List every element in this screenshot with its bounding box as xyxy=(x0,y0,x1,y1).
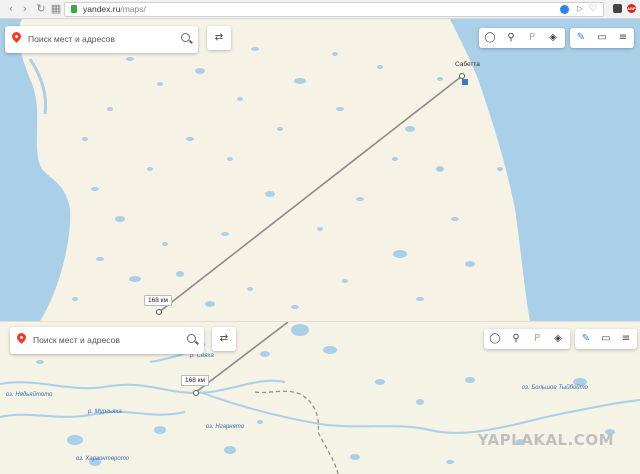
distance-label-bottom: 168 км xyxy=(181,375,209,386)
panorama-icon-bottom[interactable]: ◯ xyxy=(484,329,506,349)
adblock-icon[interactable]: ABP xyxy=(627,4,636,13)
distance-line-top xyxy=(158,75,463,313)
watermark: YAPLAKAL.COM xyxy=(477,431,614,449)
distance-label-top: 168 км xyxy=(144,295,172,306)
layers-icon-bottom[interactable]: ◈ xyxy=(547,329,569,349)
transport-icon-bottom[interactable]: ⚲ xyxy=(505,329,527,349)
lake-label-kharvonteroto: оз. Харвонтерото xyxy=(76,456,129,462)
place-label-sabetta: Сабетта xyxy=(455,61,480,68)
lake-label-nyadyaito: оз. Нядьяйтото xyxy=(6,392,53,398)
tools-toolbar-top: ✎ ▭ ≡ xyxy=(570,28,634,48)
river-label-murgyakha: р. Мургьяха xyxy=(88,409,122,415)
search-icon[interactable] xyxy=(181,33,190,42)
district-boundary xyxy=(254,390,339,474)
yandex-pin-icon-bottom xyxy=(15,331,28,344)
route-button-top[interactable]: ⇄ xyxy=(207,26,231,50)
search-icon-bottom[interactable] xyxy=(187,334,196,343)
share-icon[interactable]: ▷ xyxy=(577,4,583,13)
apps-grid-icon[interactable]: ▦ xyxy=(49,2,63,16)
extension-icon[interactable] xyxy=(613,4,622,13)
menu-icon-bottom[interactable]: ≡ xyxy=(615,329,637,349)
map-view-bottom[interactable]: 168 км р. Сёяха оз. Нядьяйтото р. Мургья… xyxy=(0,321,640,474)
browser-toolbar: ‹ › ↻ ▦ yandex.ru/maps/ ▷ ♡ ABP xyxy=(0,0,640,19)
map-canvas-top[interactable] xyxy=(0,19,640,321)
back-icon[interactable]: ‹ xyxy=(4,2,18,16)
lock-icon xyxy=(71,5,77,13)
bay-water-left xyxy=(0,19,71,321)
parking-icon-bottom[interactable]: P xyxy=(526,329,548,349)
ruler-icon-bottom[interactable]: ✎ xyxy=(575,329,597,349)
lake-label-bolshoe-tyiboito: оз. Большое Тыйбойто xyxy=(522,385,588,391)
reload-icon[interactable]: ↻ xyxy=(34,2,48,16)
lake-label-ngarnyato: оз. Нгарнято xyxy=(206,424,245,430)
route-icon-bottom: ⇄ xyxy=(219,333,229,344)
measure-start-point-bottom[interactable] xyxy=(193,390,199,396)
menu-icon[interactable]: ≡ xyxy=(612,28,634,48)
search-box-bottom[interactable]: Поиск мест и адресов xyxy=(10,327,204,354)
shield-icon[interactable] xyxy=(560,5,569,14)
yandex-pin-icon xyxy=(10,30,23,43)
print-icon[interactable]: ▭ xyxy=(591,28,613,48)
url-text: yandex.ru/maps/ xyxy=(83,4,146,14)
address-bar[interactable]: yandex.ru/maps/ ▷ ♡ xyxy=(64,2,604,17)
print-icon-bottom[interactable]: ▭ xyxy=(595,329,617,349)
lakes-top xyxy=(12,37,503,309)
layers-toolbar-top: ◯ ⚲ P ◈ xyxy=(479,28,565,48)
layers-icon[interactable]: ◈ xyxy=(542,28,564,48)
transport-icon[interactable]: ⚲ xyxy=(500,28,522,48)
tools-toolbar-bottom: ✎ ▭ ≡ xyxy=(575,329,637,349)
port-icon xyxy=(462,79,468,85)
search-box-top[interactable]: Поиск мест и адресов xyxy=(5,26,198,53)
measure-end-point[interactable] xyxy=(459,73,465,79)
panorama-icon[interactable]: ◯ xyxy=(479,28,501,48)
measure-start-point[interactable] xyxy=(156,309,162,315)
parking-icon[interactable]: P xyxy=(521,28,543,48)
route-button-bottom[interactable]: ⇄ xyxy=(212,327,236,351)
search-input-bottom[interactable]: Поиск мест и адресов xyxy=(33,335,120,345)
route-icon: ⇄ xyxy=(214,32,224,43)
layers-toolbar-bottom: ◯ ⚲ P ◈ xyxy=(484,329,570,349)
forward-icon[interactable]: › xyxy=(18,2,32,16)
search-input-top[interactable]: Поиск мест и адресов xyxy=(28,34,115,44)
map-view-top[interactable]: Сабетта 168 км Поиск мест и адресов ⇄ ◯ … xyxy=(0,19,640,321)
ruler-icon[interactable]: ✎ xyxy=(570,28,592,48)
favorite-icon[interactable]: ♡ xyxy=(589,3,597,14)
